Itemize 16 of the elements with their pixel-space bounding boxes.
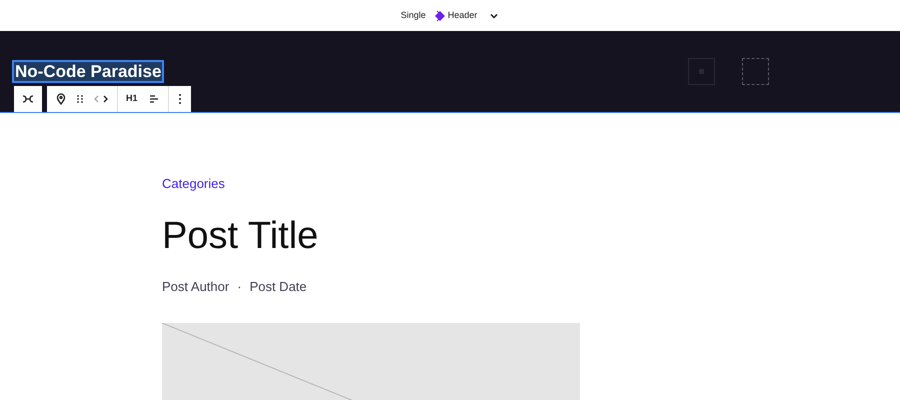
diamond-icon bbox=[434, 10, 446, 22]
post-date: Post Date bbox=[250, 280, 307, 293]
more-options-icon[interactable] bbox=[178, 93, 182, 105]
location-pin-icon[interactable] bbox=[55, 93, 67, 105]
transform-icon[interactable] bbox=[22, 93, 34, 105]
template-type: Single bbox=[400, 8, 426, 22]
post-title: Post Title bbox=[162, 217, 320, 255]
drag-handle-icon[interactable] bbox=[76, 94, 84, 104]
heading-level-button[interactable]: H1 bbox=[126, 92, 138, 106]
site-title[interactable]: No-Code Paradise bbox=[14, 62, 162, 81]
empty-block-outline bbox=[742, 58, 770, 85]
post-author: Post Author bbox=[162, 280, 230, 293]
post-categories[interactable]: Categories bbox=[162, 177, 900, 190]
align-icon[interactable] bbox=[148, 93, 160, 105]
template-selector[interactable]: Header bbox=[434, 8, 478, 22]
meta-separator: · bbox=[237, 280, 242, 293]
